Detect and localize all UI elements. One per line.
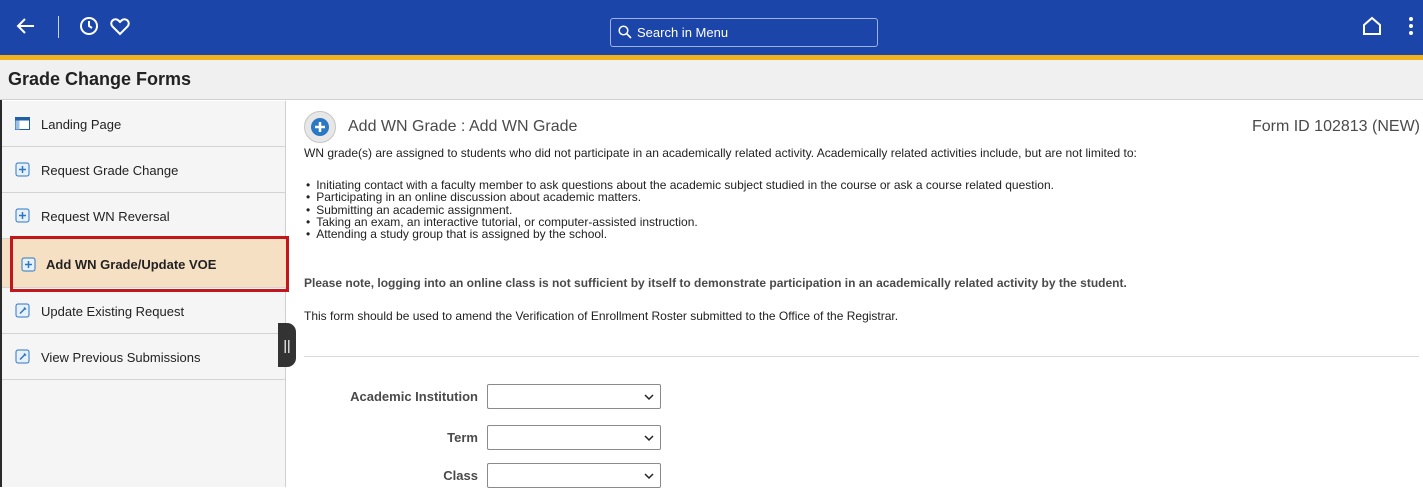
academic-institution-label: Academic Institution: [350, 389, 478, 404]
intro-text: WN grade(s) are assigned to students who…: [304, 146, 1137, 160]
sidebar-item-label: Update Existing Request: [41, 304, 185, 319]
search-input[interactable]: Search in Menu: [610, 18, 878, 47]
toolbar-divider: [58, 16, 59, 38]
page-title: Grade Change Forms: [8, 69, 192, 89]
class-select[interactable]: [487, 463, 661, 488]
sidebar-item-label: Request Grade Change: [41, 163, 179, 178]
form-icon: [15, 349, 30, 364]
sidebar-item-request-wn-reversal[interactable]: Request WN Reversal: [2, 193, 286, 239]
list-item: Attending a study group that is assigned…: [306, 228, 1054, 241]
favorites-heart-icon[interactable]: [108, 14, 132, 38]
landing-page-icon: [15, 117, 30, 130]
page-title-bar: Grade Change Forms: [0, 60, 1423, 100]
top-navigation-bar: Search in Menu: [0, 0, 1423, 55]
sidebar-item-landing-page[interactable]: Landing Page: [2, 101, 286, 147]
search-placeholder: Search in Menu: [637, 25, 729, 40]
activity-list: Initiating contact with a faculty member…: [306, 179, 1054, 241]
form-icon: [15, 208, 30, 223]
participation-note: Please note, logging into an online clas…: [304, 276, 1127, 290]
sidebar: Landing Page Request Grade Change Reques…: [2, 101, 286, 487]
form-icon: [15, 162, 30, 177]
sidebar-item-view-previous-submissions[interactable]: View Previous Submissions: [2, 334, 286, 380]
history-icon[interactable]: [77, 14, 101, 38]
form-id-label: Form ID 102813 (NEW): [1251, 118, 1420, 135]
chevron-down-icon: [644, 435, 654, 442]
chevron-down-icon: [644, 473, 654, 480]
sidebar-item-update-existing-request[interactable]: Update Existing Request: [2, 288, 286, 334]
more-vertical-icon[interactable]: [1403, 14, 1419, 38]
add-form-icon: [304, 111, 336, 143]
sidebar-item-label: Landing Page: [41, 117, 122, 132]
sidebar-item-label: Request WN Reversal: [41, 209, 170, 224]
home-icon[interactable]: [1360, 14, 1384, 38]
active-item-highlight-box: [10, 236, 289, 292]
academic-institution-select[interactable]: [487, 384, 661, 409]
form-heading: Add WN Grade : Add WN Grade: [348, 118, 578, 135]
sidebar-collapse-handle[interactable]: ||: [278, 323, 296, 367]
list-item: Participating in an online discussion ab…: [306, 191, 1054, 204]
search-icon: [618, 25, 632, 39]
chevron-down-icon: [644, 394, 654, 401]
sidebar-item-request-grade-change[interactable]: Request Grade Change: [2, 147, 286, 193]
form-usage-note: This form should be used to amend the Ve…: [304, 309, 899, 323]
back-arrow-icon[interactable]: [14, 14, 38, 38]
section-divider: [304, 356, 1419, 357]
class-label: Class: [443, 468, 478, 483]
form-icon: [15, 303, 30, 318]
term-select[interactable]: [487, 425, 661, 450]
term-label: Term: [447, 430, 478, 445]
sidebar-item-label: View Previous Submissions: [41, 350, 201, 365]
